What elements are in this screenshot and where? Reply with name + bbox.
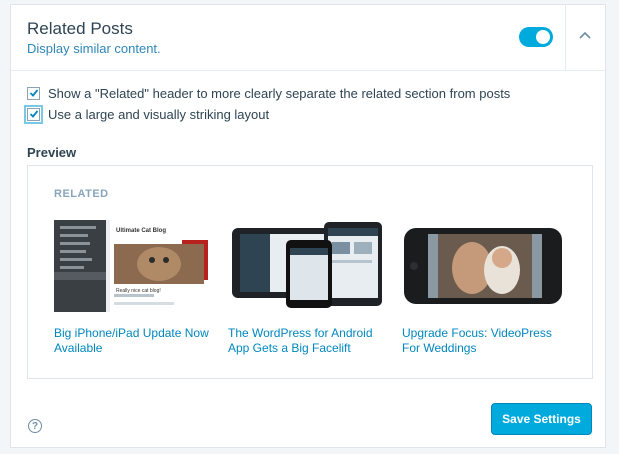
preview-heading: Preview: [27, 145, 77, 160]
thumb-caption-2: Really nice cat blog!: [116, 288, 161, 294]
related-post-3: Upgrade Focus: VideoPress For Weddings: [402, 220, 564, 356]
thumb-caption: Ultimate Cat Blog: [116, 228, 167, 234]
post-title-link[interactable]: The WordPress for Android App Gets a Big…: [228, 326, 390, 356]
post-thumbnail[interactable]: [402, 220, 564, 312]
collapse-button[interactable]: [565, 5, 605, 71]
toggle-knob: [536, 30, 550, 44]
checkmark-icon: [29, 110, 38, 118]
post-title-link[interactable]: Big iPhone/iPad Update Now Available: [54, 326, 216, 356]
chevron-up-icon: [579, 31, 591, 39]
module-title: Related Posts: [27, 19, 133, 38]
post-thumbnail[interactable]: [228, 220, 390, 312]
module-header: Related Posts Display similar content.: [11, 5, 605, 71]
related-post-1: Ultimate Cat Blog Really nice cat blog! …: [54, 220, 216, 356]
save-settings-button[interactable]: Save Settings: [491, 403, 592, 435]
checkmark-icon: [29, 89, 38, 97]
related-posts-card: Related Posts Display similar content. S…: [10, 4, 606, 448]
related-header: RELATED: [54, 188, 109, 200]
checkbox-related-header[interactable]: [27, 86, 40, 100]
preview-box: RELATED Ultimate Cat Blog Really nice ca…: [27, 165, 593, 379]
module-subtitle: Display similar content.: [27, 41, 161, 56]
post-title-link[interactable]: Upgrade Focus: VideoPress For Weddings: [402, 326, 564, 356]
related-post-2: The WordPress for Android App Gets a Big…: [228, 220, 390, 356]
help-icon[interactable]: ?: [28, 419, 42, 433]
option-label: Show a "Related" header to more clearly …: [48, 85, 511, 101]
post-thumbnail[interactable]: Ultimate Cat Blog Really nice cat blog!: [54, 220, 216, 312]
module-toggle[interactable]: [519, 27, 553, 47]
option-large-layout: Use a large and visually striking layout: [24, 104, 270, 124]
option-label: Use a large and visually striking layout: [48, 106, 270, 122]
option-related-header: Show a "Related" header to more clearly …: [27, 85, 510, 101]
checkbox-large-layout[interactable]: [24, 104, 43, 124]
